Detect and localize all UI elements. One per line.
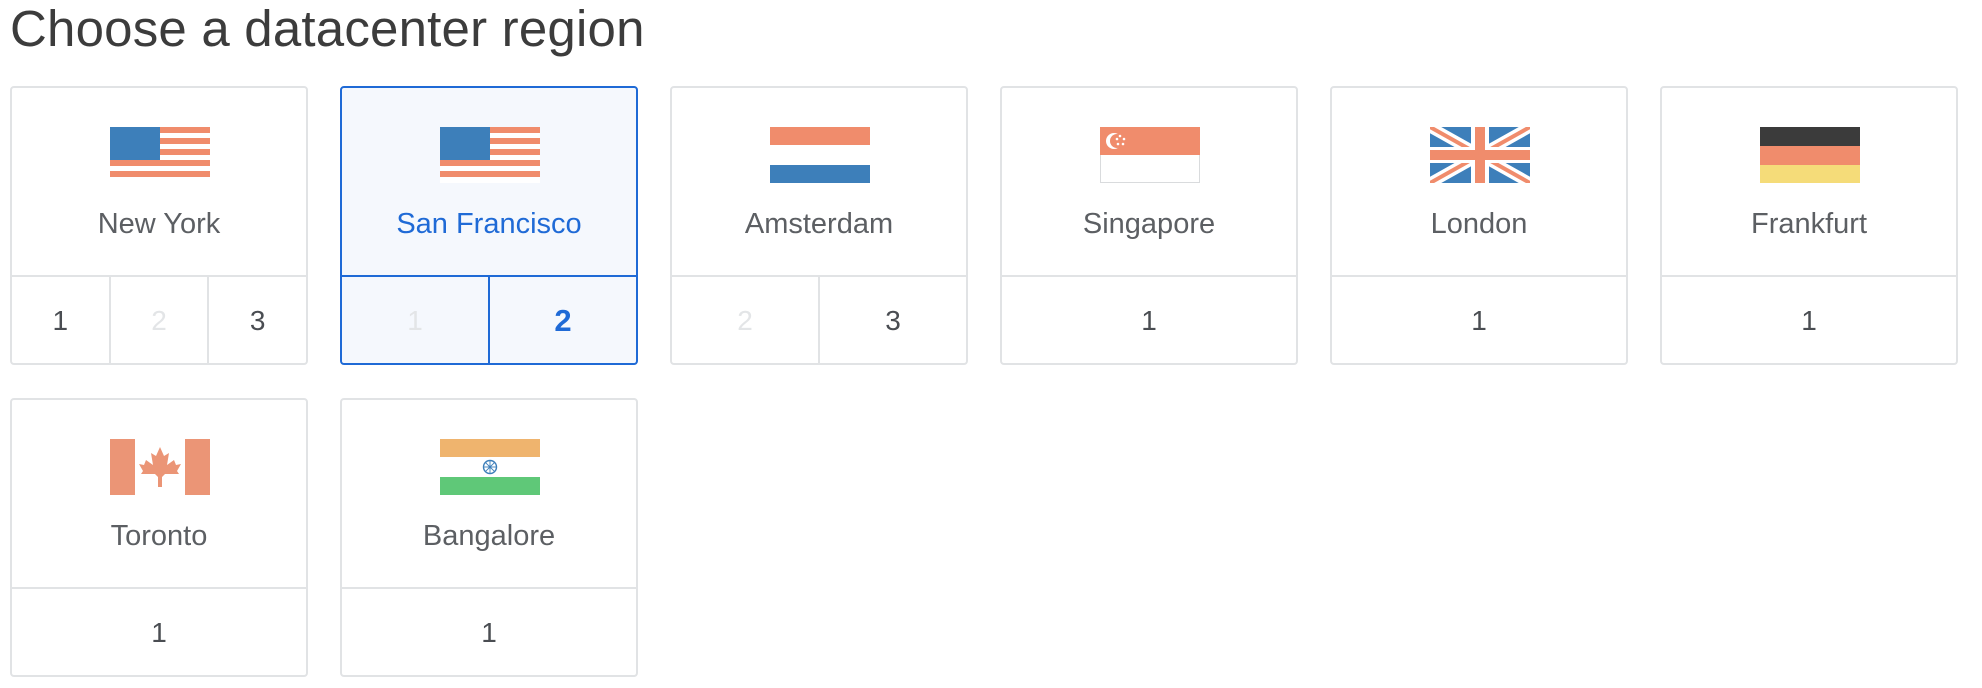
region-card-toronto[interactable]: Toronto 1 bbox=[10, 398, 308, 677]
datacenter-options: 1 bbox=[342, 589, 636, 677]
datacenter-option-button: 2 bbox=[108, 277, 208, 365]
region-name: Bangalore bbox=[422, 520, 556, 552]
datacenter-options: 1 bbox=[1662, 277, 1956, 365]
region-card-header[interactable]: Bangalore bbox=[342, 400, 636, 589]
region-card-amsterdam[interactable]: Amsterdam 2 3 bbox=[670, 86, 968, 365]
datacenter-options: 1 bbox=[1002, 277, 1296, 365]
datacenter-options: 1 2 3 bbox=[12, 277, 306, 365]
germany-flag-icon bbox=[1760, 127, 1860, 183]
region-name: Toronto bbox=[110, 520, 208, 552]
datacenter-options: 2 3 bbox=[672, 277, 966, 365]
datacenter-options: 1 bbox=[12, 589, 306, 677]
region-card-header[interactable]: Toronto bbox=[12, 400, 306, 589]
datacenter-options: 1 bbox=[1332, 277, 1626, 365]
india-flag-icon bbox=[440, 439, 540, 495]
region-card-frankfurt[interactable]: Frankfurt 1 bbox=[1660, 86, 1958, 365]
region-name: London bbox=[1430, 208, 1528, 240]
datacenter-option-button[interactable]: 1 bbox=[12, 277, 109, 365]
region-card-bangalore[interactable]: Bangalore 1 bbox=[340, 398, 638, 677]
netherlands-flag-icon bbox=[770, 127, 870, 183]
region-card-san-francisco[interactable]: San Francisco 1 2 bbox=[340, 86, 638, 365]
datacenter-option-button-selected[interactable]: 2 bbox=[488, 277, 636, 365]
us-flag-icon bbox=[110, 127, 210, 183]
region-card-header[interactable]: Amsterdam bbox=[672, 88, 966, 277]
region-name: San Francisco bbox=[396, 208, 582, 240]
region-card-singapore[interactable]: Singapore 1 bbox=[1000, 86, 1298, 365]
datacenter-option-button[interactable]: 3 bbox=[207, 277, 306, 365]
region-card-new-york[interactable]: New York 1 2 3 bbox=[10, 86, 308, 365]
region-name: Frankfurt bbox=[1750, 208, 1868, 240]
datacenter-option-button[interactable]: 1 bbox=[342, 589, 636, 677]
us-flag-icon bbox=[440, 127, 540, 183]
datacenter-option-button: 2 bbox=[737, 305, 753, 336]
datacenter-option-button[interactable]: 1 bbox=[1662, 277, 1956, 365]
region-card-header[interactable]: Singapore bbox=[1002, 88, 1296, 277]
canada-flag-icon bbox=[110, 439, 210, 495]
region-name: New York bbox=[97, 208, 221, 240]
datacenter-option-button[interactable]: 1 bbox=[1332, 277, 1626, 365]
region-name: Amsterdam bbox=[744, 208, 894, 240]
datacenter-option-button: 1 bbox=[407, 305, 423, 336]
singapore-flag-icon bbox=[1100, 127, 1200, 183]
datacenter-option-button[interactable]: 1 bbox=[12, 589, 306, 677]
region-card-header[interactable]: New York bbox=[12, 88, 306, 277]
region-card-london[interactable]: London 1 bbox=[1330, 86, 1628, 365]
region-card-header[interactable]: London bbox=[1332, 88, 1626, 277]
datacenter-option-button[interactable]: 1 bbox=[1002, 277, 1296, 365]
region-card-header[interactable]: Frankfurt bbox=[1662, 88, 1956, 277]
datacenter-option-button[interactable]: 3 bbox=[818, 277, 966, 365]
page-title: Choose a datacenter region bbox=[10, 0, 645, 57]
uk-flag-icon bbox=[1430, 127, 1530, 183]
datacenter-options: 1 2 bbox=[342, 277, 636, 365]
region-name: Singapore bbox=[1082, 208, 1216, 240]
region-card-header[interactable]: San Francisco bbox=[342, 88, 636, 277]
